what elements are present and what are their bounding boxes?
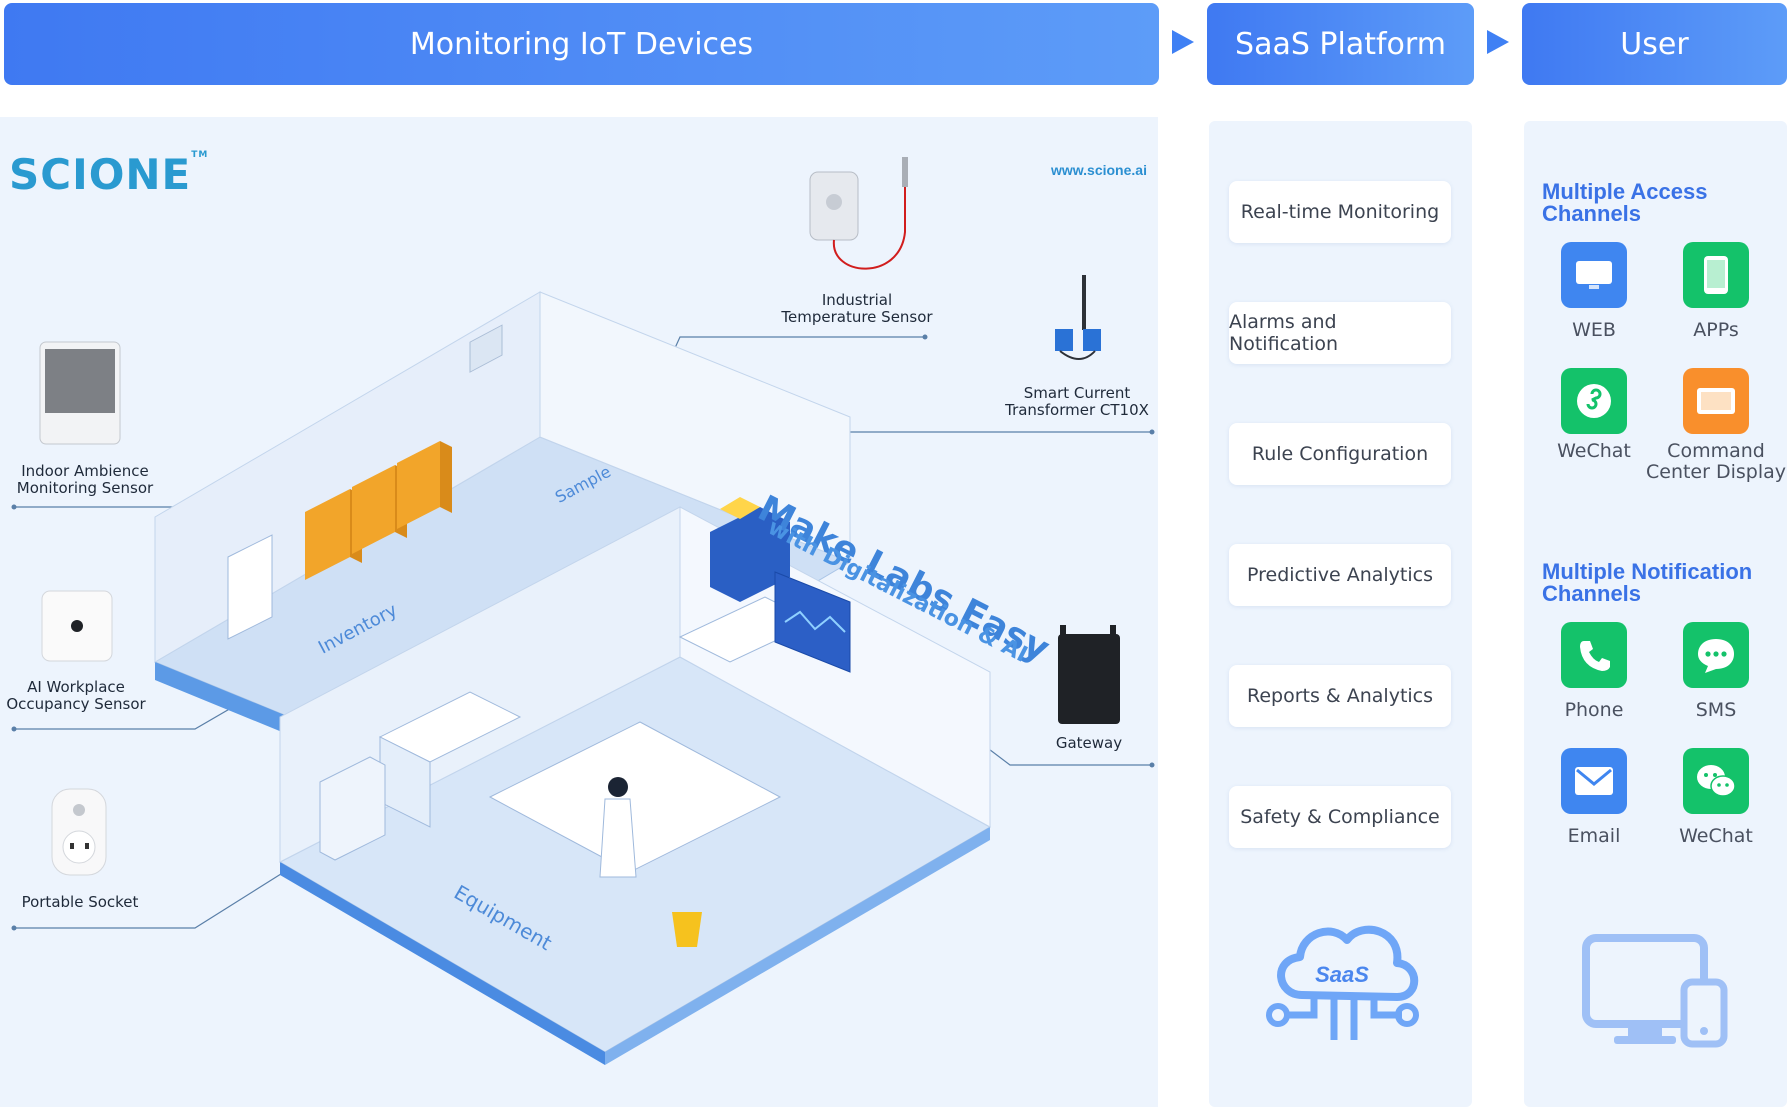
notify-label-email: Email	[1567, 825, 1621, 847]
banner-user: User	[1522, 3, 1787, 85]
arrow-right-icon	[1487, 30, 1509, 54]
miniprogram-icon[interactable]	[1561, 368, 1627, 434]
notify-label-phone: Phone	[1564, 699, 1624, 721]
feature-safety-compliance[interactable]: Safety & Compliance	[1229, 786, 1451, 848]
banner-title: SaaS Platform	[1235, 26, 1446, 62]
feature-real-time-monitoring[interactable]: Real-time Monitoring	[1229, 181, 1451, 243]
banner-saas-platform: SaaS Platform	[1207, 3, 1474, 85]
display-icon[interactable]	[1683, 368, 1749, 434]
notify-label-wechat: WeChat	[1679, 825, 1753, 847]
device-label-smart-current-transformer: Smart Current Transformer CT10X	[1005, 384, 1149, 419]
access-label-apps: APPs	[1693, 319, 1739, 341]
device-label-gateway: Gateway	[1055, 734, 1123, 752]
notify-label-sms: SMS	[1695, 699, 1737, 721]
saas-cloud-label: SaaS	[1315, 962, 1369, 987]
phone-icon[interactable]	[1561, 622, 1627, 688]
notification-channels-title: Multiple Notification Channels	[1542, 559, 1753, 606]
banner-title: Monitoring IoT Devices	[409, 26, 754, 62]
device-label-industrial-temperature-sensor: Industrial Temperature Sensor	[781, 291, 933, 326]
access-label-web: WEB	[1572, 319, 1616, 341]
arrow-right-icon	[1172, 30, 1194, 54]
device-label-indoor-ambience-sensor: Indoor Ambience Monitoring Sensor	[16, 462, 154, 497]
feature-rule-configuration[interactable]: Rule Configuration	[1229, 423, 1451, 485]
sms-icon[interactable]	[1683, 622, 1749, 688]
feature-alarms-notification[interactable]: Alarms and Notification	[1229, 302, 1451, 364]
wechat-icon[interactable]	[1683, 748, 1749, 814]
banner-title: User	[1620, 26, 1689, 62]
banner-monitoring-iot-devices: Monitoring IoT Devices	[4, 3, 1159, 85]
access-label-wechat: WeChat	[1557, 440, 1631, 462]
monitor-icon[interactable]	[1561, 242, 1627, 308]
feature-reports-analytics[interactable]: Reports & Analytics	[1229, 665, 1451, 727]
device-label-portable-socket: Portable Socket	[21, 893, 139, 911]
access-label-command-center-display: Command Center Display	[1645, 440, 1787, 483]
feature-predictive-analytics[interactable]: Predictive Analytics	[1229, 544, 1451, 606]
device-label-occupancy-sensor: AI Workplace Occupancy Sensor	[6, 678, 146, 713]
devices-icon	[1582, 934, 1728, 1048]
phone-app-icon[interactable]	[1683, 242, 1749, 308]
access-channels-title: Multiple Access Channels	[1542, 179, 1708, 226]
email-icon[interactable]	[1561, 748, 1627, 814]
